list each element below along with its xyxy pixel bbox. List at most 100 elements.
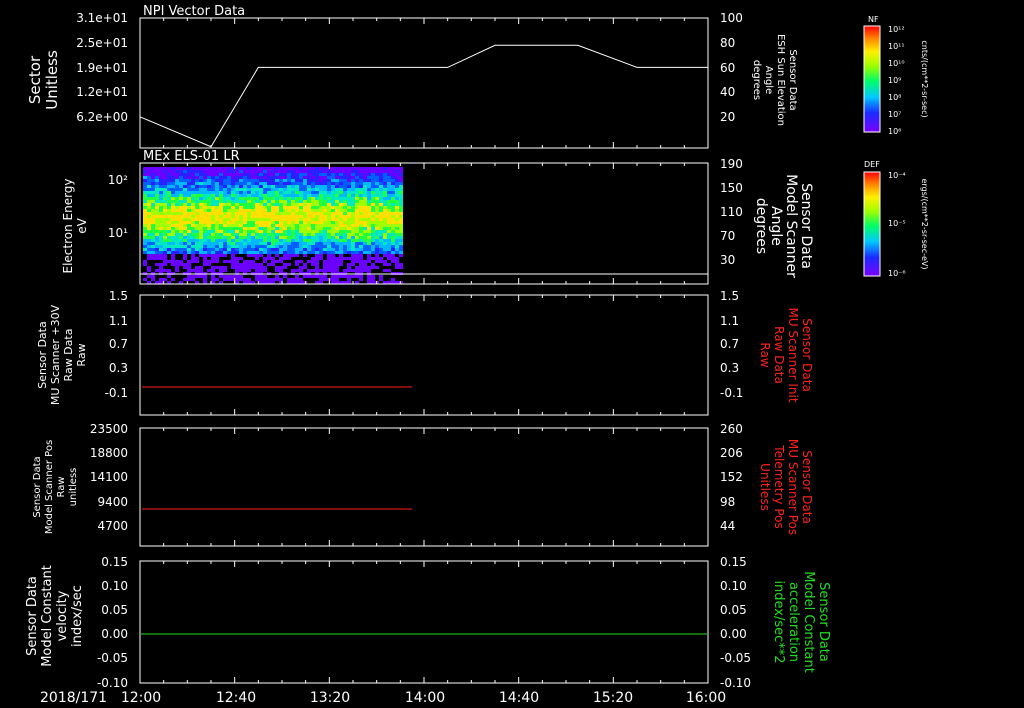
heatmap-cell	[203, 251, 207, 254]
heatmap-cell	[351, 224, 355, 227]
heatmap-cell	[163, 254, 167, 257]
heatmap-cell	[195, 224, 199, 227]
heatmap-cell	[315, 200, 319, 203]
heatmap-cell	[155, 167, 159, 170]
heatmap-cell	[379, 212, 383, 215]
heatmap-cell	[387, 236, 391, 239]
heatmap-cell	[303, 212, 307, 215]
heatmap-cell	[159, 218, 163, 221]
panel-npi-right-label-1: ESH Sun Elevation	[775, 34, 786, 126]
heatmap-cell	[215, 230, 219, 233]
heatmap-cell	[263, 269, 267, 272]
heatmap-cell	[147, 266, 151, 269]
panel-npi-tick-l2: 1.9e+01	[76, 61, 128, 75]
heatmap-cell	[151, 194, 155, 197]
heatmap-cell	[163, 182, 167, 185]
heatmap-cell	[383, 200, 387, 203]
heatmap-cell	[259, 197, 263, 200]
heatmap-cell	[303, 254, 307, 257]
heatmap-cell	[239, 269, 243, 272]
heatmap-cell	[195, 260, 199, 263]
heatmap-cell	[151, 221, 155, 224]
heatmap-cell	[327, 185, 331, 188]
heatmap-cell	[195, 200, 199, 203]
heatmap-cell	[351, 239, 355, 242]
heatmap-cell	[323, 203, 327, 206]
heatmap-cell	[143, 203, 147, 206]
heatmap-cell	[331, 182, 335, 185]
heatmap-cell	[223, 248, 227, 251]
heatmap-cell	[227, 260, 231, 263]
heatmap-cell	[263, 233, 267, 236]
heatmap-cell	[143, 215, 147, 218]
heatmap-cell	[247, 212, 251, 215]
heatmap-cell	[291, 185, 295, 188]
heatmap-cell	[295, 185, 299, 188]
heatmap-cell	[319, 230, 323, 233]
heatmap-cell	[163, 197, 167, 200]
heatmap-cell	[283, 233, 287, 236]
panel-mu-raw-left-label-0: Sensor Data	[36, 321, 49, 388]
heatmap-cell	[359, 257, 363, 260]
heatmap-cell	[327, 254, 331, 257]
heatmap-cell	[299, 218, 303, 221]
heatmap-cell	[219, 233, 223, 236]
heatmap-cell	[251, 251, 255, 254]
heatmap-cell	[335, 266, 339, 269]
colorbar-nf-title: NF	[868, 15, 879, 24]
heatmap-cell	[359, 173, 363, 176]
heatmap-cell	[227, 167, 231, 170]
heatmap-cell	[155, 254, 159, 257]
heatmap-cell	[187, 260, 191, 263]
heatmap-cell	[199, 269, 203, 272]
heatmap-cell	[211, 278, 215, 281]
heatmap-cell	[379, 185, 383, 188]
heatmap-cell	[259, 278, 263, 281]
heatmap-cell	[311, 203, 315, 206]
heatmap-cell	[207, 248, 211, 251]
heatmap-cell	[143, 218, 147, 221]
heatmap-cell	[347, 218, 351, 221]
heatmap-cell	[359, 269, 363, 272]
heatmap-cell	[175, 170, 179, 173]
heatmap-cell	[231, 248, 235, 251]
heatmap-cell	[371, 167, 375, 170]
heatmap-cell	[215, 227, 219, 230]
heatmap-cell	[207, 197, 211, 200]
heatmap-cell	[271, 173, 275, 176]
heatmap-cell	[399, 263, 403, 266]
heatmap-cell	[391, 227, 395, 230]
heatmap-cell	[379, 227, 383, 230]
heatmap-cell	[347, 209, 351, 212]
heatmap-cell	[383, 221, 387, 224]
heatmap-cell	[267, 245, 271, 248]
heatmap-cell	[259, 191, 263, 194]
heatmap-cell	[191, 209, 195, 212]
heatmap-cell	[283, 248, 287, 251]
heatmap-cell	[391, 233, 395, 236]
heatmap-cell	[187, 185, 191, 188]
heatmap-cell	[355, 245, 359, 248]
heatmap-cell	[275, 194, 279, 197]
heatmap-cell	[171, 194, 175, 197]
heatmap-cell	[279, 212, 283, 215]
heatmap-cell	[291, 194, 295, 197]
heatmap-cell	[167, 248, 171, 251]
heatmap-cell	[187, 170, 191, 173]
heatmap-cell	[179, 263, 183, 266]
heatmap-cell	[255, 173, 259, 176]
heatmap-cell	[183, 239, 187, 242]
heatmap-cell	[355, 179, 359, 182]
heatmap-cell	[379, 224, 383, 227]
heatmap-cell	[175, 194, 179, 197]
heatmap-cell	[339, 224, 343, 227]
heatmap-cell	[187, 203, 191, 206]
heatmap-cell	[267, 224, 271, 227]
heatmap-cell	[339, 263, 343, 266]
heatmap-cell	[383, 269, 387, 272]
heatmap-cell	[363, 260, 367, 263]
heatmap-cell	[191, 221, 195, 224]
panel-npi-tick-r0: 100	[720, 11, 743, 25]
heatmap-cell	[359, 212, 363, 215]
heatmap-cell	[203, 278, 207, 281]
